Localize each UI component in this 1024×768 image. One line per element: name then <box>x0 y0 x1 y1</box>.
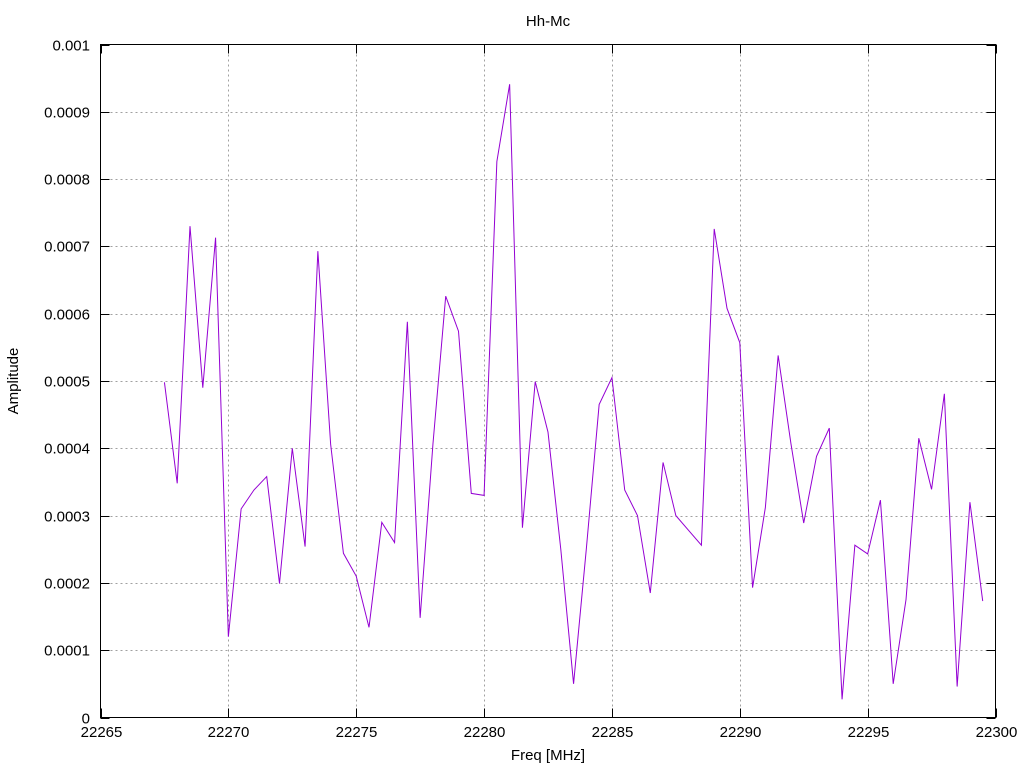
x-tick-label: 22285 <box>592 724 634 741</box>
x-tick-label: 22275 <box>336 724 378 741</box>
y-axis-label: Amplitude <box>5 348 22 415</box>
chart-title: Hh-Mc <box>526 13 571 30</box>
x-tick-label: 22265 <box>81 724 123 741</box>
y-tick-label: 0.0002 <box>44 576 90 593</box>
x-tick-label: 22270 <box>208 724 250 741</box>
chart: 00.00010.00020.00030.00040.00050.00060.0… <box>5 13 1018 764</box>
y-tick-label: 0.0003 <box>44 509 90 526</box>
y-tick-label: 0.0005 <box>44 374 90 391</box>
y-tick-labels: 00.00010.00020.00030.00040.00050.00060.0… <box>44 38 90 728</box>
y-tick-label: 0.0006 <box>44 307 90 324</box>
x-tick-label: 22300 <box>976 724 1018 741</box>
x-tick-label: 22290 <box>720 724 762 741</box>
x-tick-label: 22295 <box>848 724 890 741</box>
y-tick-label: 0.0004 <box>44 441 90 458</box>
x-tick-label: 22280 <box>464 724 506 741</box>
y-tick-label: 0.001 <box>52 38 90 55</box>
y-tick-label: 0.0007 <box>44 239 90 256</box>
grid <box>100 44 996 718</box>
y-tick-label: 0.0009 <box>44 105 90 122</box>
series-line <box>163 84 984 700</box>
x-axis-label: Freq [MHz] <box>511 747 585 764</box>
y-tick-label: 0.0008 <box>44 172 90 189</box>
y-tick-label: 0.0001 <box>44 643 90 660</box>
x-tick-labels: 22265 22270 22275 22280 22285 22290 22295 22300 <box>81 724 1018 741</box>
